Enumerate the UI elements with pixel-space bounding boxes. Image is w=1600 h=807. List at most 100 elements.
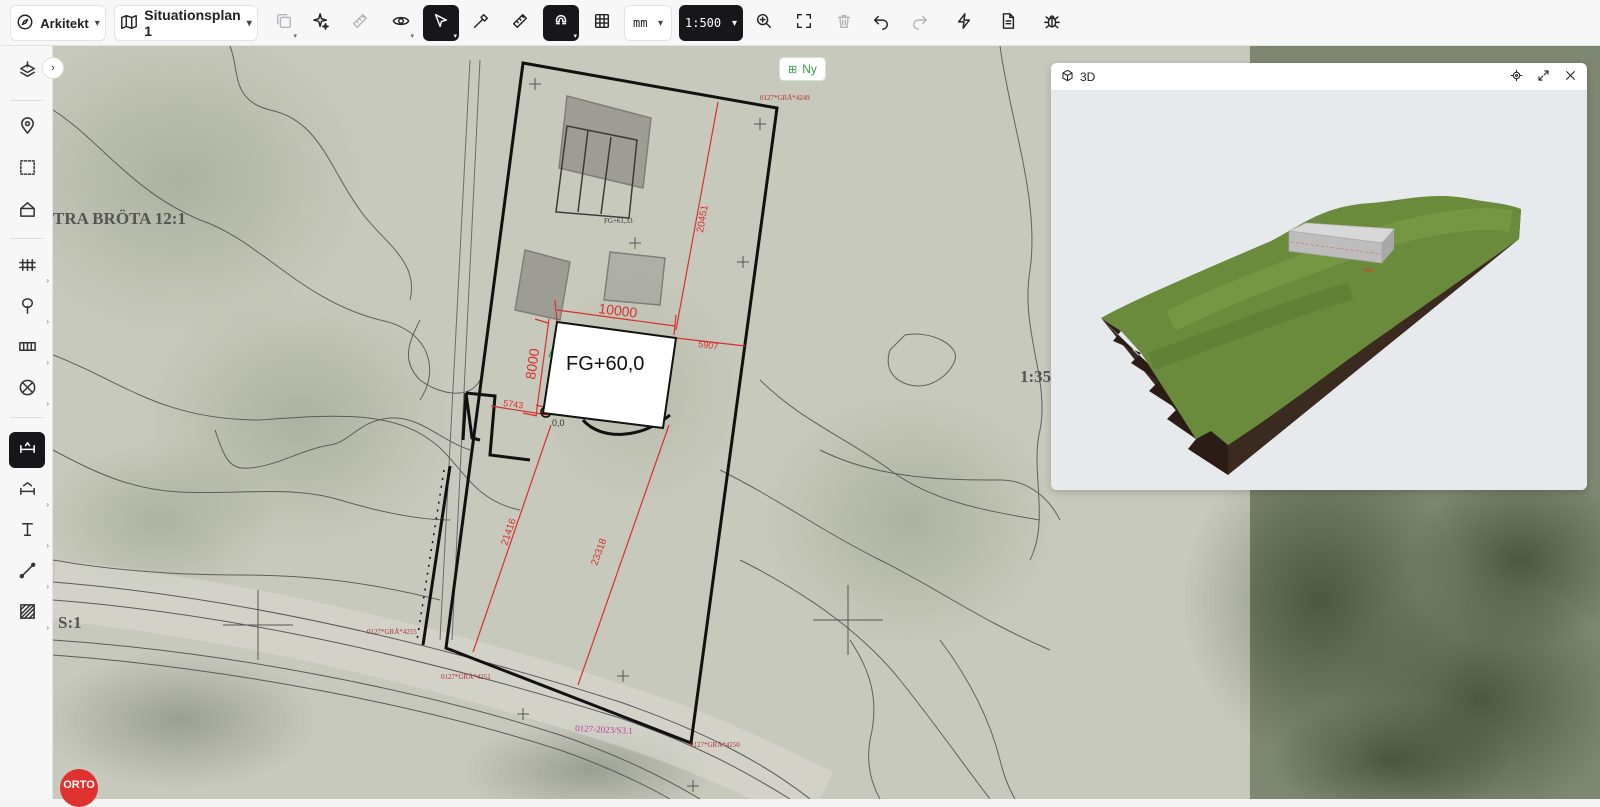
role-selector[interactable]: Arkitekt ▾ bbox=[10, 5, 106, 41]
ruler-icon bbox=[511, 12, 529, 35]
caret-icon: ▾ bbox=[453, 33, 457, 40]
cursor-arrow-icon bbox=[432, 12, 450, 35]
ai-sparkle-button[interactable] bbox=[306, 5, 336, 41]
expand-arrow-icon: › bbox=[46, 541, 49, 550]
sidebar-measure-line-button[interactable]: › bbox=[9, 473, 49, 509]
select-tool-button[interactable]: ▾ bbox=[423, 5, 459, 41]
zoom-in-icon bbox=[755, 12, 773, 35]
expand-arrow-icon: › bbox=[46, 500, 49, 509]
expand-arrow-icon: › bbox=[46, 317, 49, 326]
boundary-label: 0127*GRÄ*4249 bbox=[760, 94, 810, 102]
recenter-button[interactable] bbox=[1510, 69, 1523, 85]
sidebar-fence-button[interactable]: › bbox=[9, 249, 49, 285]
sidebar-location-button[interactable] bbox=[9, 110, 45, 146]
3d-viewer-panel: 3D bbox=[1051, 63, 1587, 490]
grid-button[interactable] bbox=[587, 5, 617, 41]
dashed-rectangle-icon bbox=[18, 158, 37, 182]
close-panel-button[interactable] bbox=[1564, 69, 1577, 85]
sidebar-line-button[interactable]: › bbox=[9, 555, 49, 591]
layers-hand-icon bbox=[18, 61, 37, 85]
dimension-icon bbox=[18, 438, 37, 462]
sidebar-symbol-button[interactable]: › bbox=[9, 372, 49, 408]
undo-button[interactable] bbox=[866, 5, 896, 41]
plan-selector[interactable]: Situationsplan 1 ▾ bbox=[114, 5, 258, 41]
sidebar-dimension-button[interactable] bbox=[9, 432, 45, 468]
fg-label: FG+61,33 bbox=[604, 217, 633, 225]
ruler-tool-button[interactable] bbox=[505, 5, 535, 41]
line-icon bbox=[18, 561, 37, 585]
chevron-down-icon: ▾ bbox=[94, 17, 100, 29]
fit-view-button[interactable] bbox=[789, 5, 819, 41]
role-label: Arkitekt bbox=[40, 15, 89, 31]
scale-value: 1:500 bbox=[685, 16, 722, 30]
fullscreen-button[interactable] bbox=[1537, 69, 1550, 85]
ny-label: Ny bbox=[802, 62, 817, 76]
caret-icon: ▾ bbox=[410, 33, 414, 40]
eyedropper-button[interactable] bbox=[466, 5, 496, 41]
scale-select[interactable]: 1:500 ▾ bbox=[679, 5, 743, 41]
caret-icon: ▾ bbox=[573, 33, 577, 40]
document-icon bbox=[999, 12, 1017, 35]
magnet-icon bbox=[552, 12, 570, 35]
lightning-icon bbox=[955, 12, 973, 35]
delete-button[interactable] bbox=[829, 5, 859, 41]
eyedropper-icon bbox=[472, 12, 490, 35]
expand-arrow-icon: › bbox=[46, 358, 49, 367]
sidebar-tree-button[interactable]: › bbox=[9, 290, 49, 326]
expand-arrow-icon: › bbox=[46, 276, 49, 285]
expand-arrow-icon: › bbox=[46, 623, 49, 632]
hatch-icon bbox=[18, 602, 37, 626]
fence-icon bbox=[18, 255, 37, 279]
expand-arrow-icon: › bbox=[46, 582, 49, 591]
circle-x-icon bbox=[18, 378, 37, 402]
snap-magnet-button[interactable]: ▾ bbox=[543, 5, 579, 41]
undo-icon bbox=[872, 12, 890, 35]
sidebar-expand-button[interactable]: › bbox=[42, 57, 64, 79]
debug-button[interactable] bbox=[1037, 5, 1067, 41]
trash-icon bbox=[835, 12, 853, 35]
copy-icon bbox=[275, 12, 293, 35]
3d-scene[interactable] bbox=[1051, 91, 1587, 490]
orto-label: ORTO bbox=[63, 779, 95, 791]
copy-button[interactable]: ▾ bbox=[269, 5, 299, 41]
chevron-right-icon: › bbox=[51, 62, 55, 74]
bug-icon bbox=[1043, 12, 1061, 35]
document-button[interactable] bbox=[993, 5, 1023, 41]
unit-value: mm bbox=[633, 16, 648, 30]
boundary-label: 0127*GRÄ*4251 bbox=[441, 673, 491, 681]
crosshair-icon bbox=[1510, 69, 1523, 81]
text-icon bbox=[18, 520, 37, 544]
measure-button[interactable] bbox=[345, 5, 375, 41]
sidebar-layers-button[interactable] bbox=[9, 55, 45, 91]
sidebar-wall-button[interactable]: › bbox=[9, 331, 49, 367]
new-item-button[interactable]: ⊞ Ny bbox=[779, 57, 826, 81]
redo-button[interactable] bbox=[905, 5, 935, 41]
sidebar-text-button[interactable]: › bbox=[9, 514, 49, 550]
visibility-button[interactable]: ▾ bbox=[386, 5, 416, 41]
sidebar-building-button[interactable] bbox=[9, 194, 45, 230]
plus-square-icon: ⊞ bbox=[788, 63, 798, 76]
grid-icon bbox=[593, 12, 611, 35]
boundary-label: 0127*GRÄ*4250 bbox=[690, 741, 740, 749]
lightning-button[interactable] bbox=[949, 5, 979, 41]
tree-icon bbox=[18, 296, 37, 320]
new-building-footprint bbox=[541, 320, 678, 430]
expand-icon bbox=[1538, 69, 1549, 81]
chevron-down-icon: ▾ bbox=[731, 17, 737, 29]
building-label: FG+60,0 bbox=[566, 353, 644, 375]
plan-label: Situationsplan 1 bbox=[144, 7, 241, 39]
redo-icon bbox=[911, 12, 929, 35]
compass-icon bbox=[16, 13, 34, 34]
map-icon bbox=[120, 13, 138, 34]
frame-icon bbox=[795, 12, 813, 35]
zoom-button[interactable] bbox=[749, 5, 779, 41]
sidebar-hatch-button[interactable]: › bbox=[9, 596, 49, 632]
map-pin-icon bbox=[18, 116, 37, 140]
unit-select[interactable]: mm ▾ bbox=[624, 5, 672, 41]
left-sidebar: › › › › › › › › bbox=[0, 46, 53, 799]
sidebar-property-button[interactable] bbox=[9, 152, 45, 188]
cube-icon bbox=[1061, 69, 1074, 85]
orto-layer-toggle[interactable]: ORTO bbox=[60, 769, 98, 807]
measure-line-icon bbox=[18, 479, 37, 503]
scale-label-right: 1:35 bbox=[1020, 367, 1051, 386]
